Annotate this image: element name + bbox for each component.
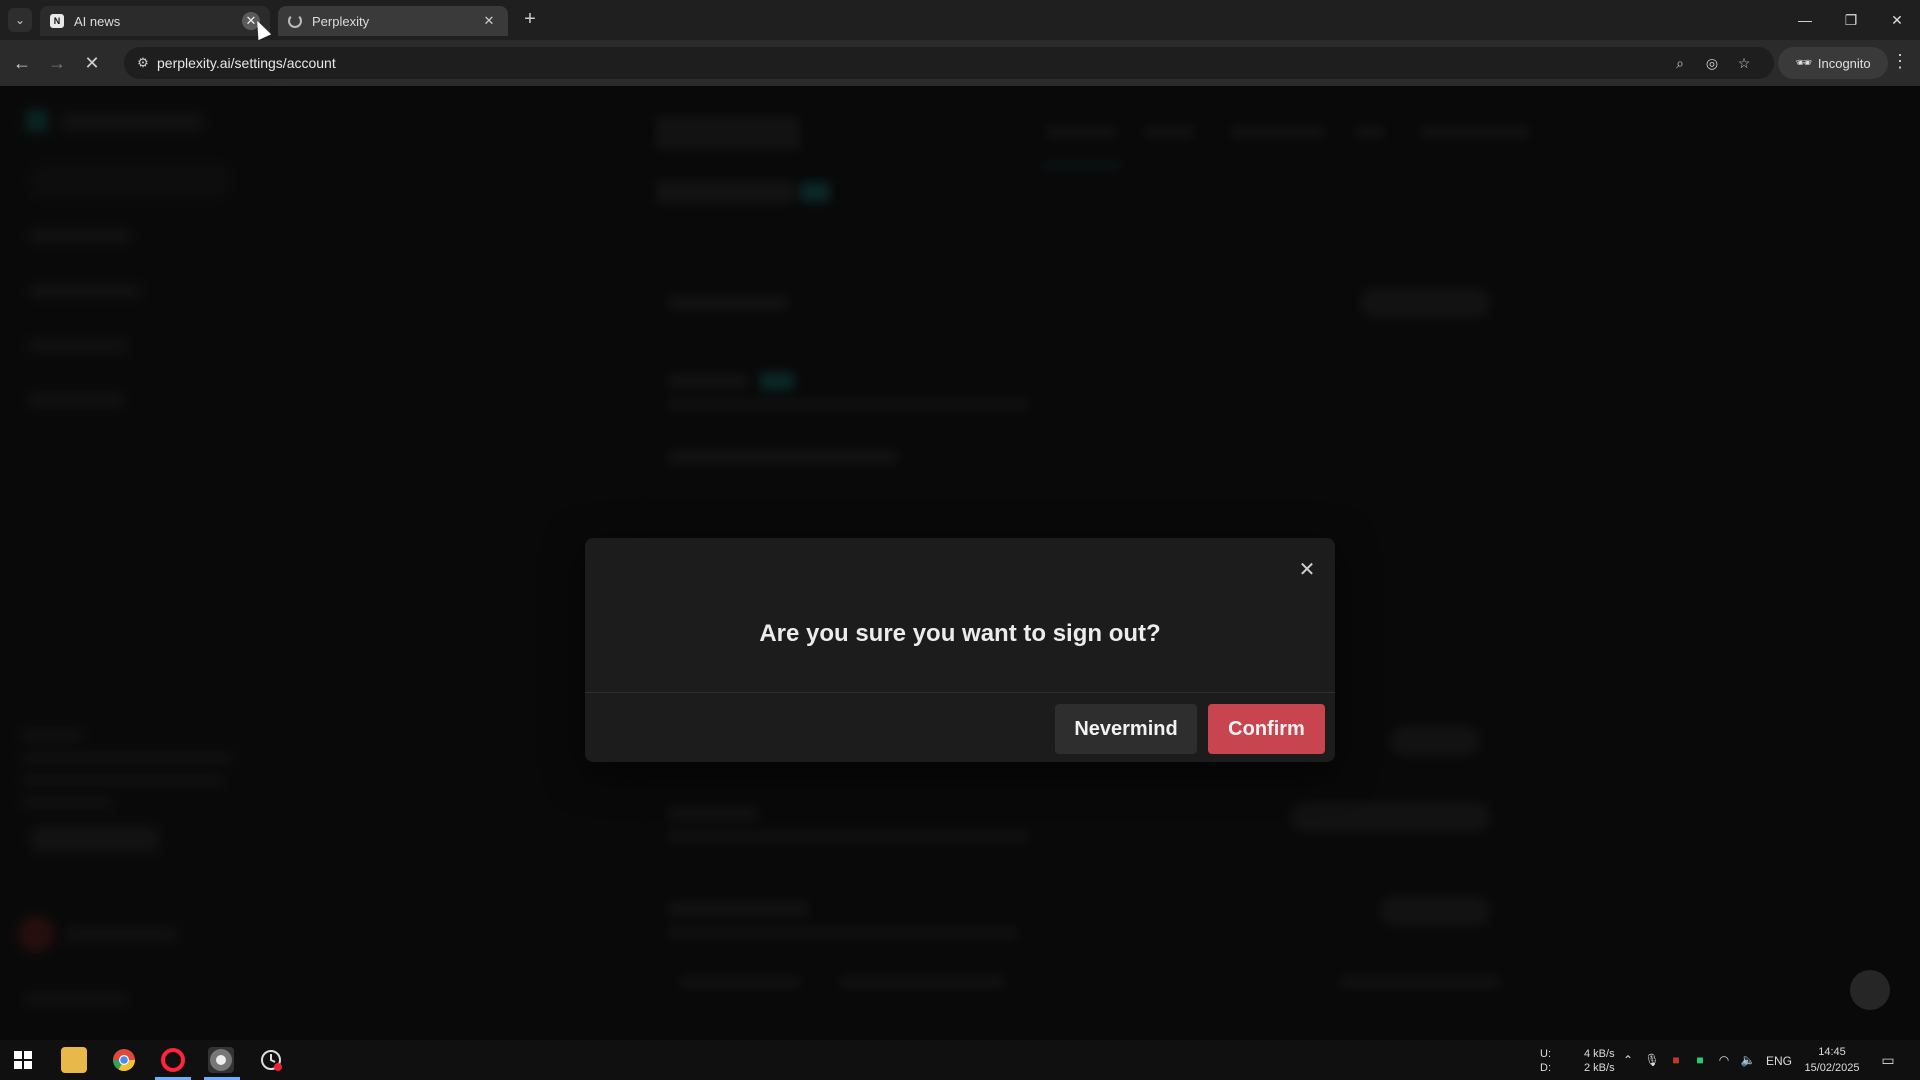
tab-search-chevron-down-icon[interactable]: ⌄ [8, 8, 32, 32]
dialog-divider [585, 692, 1335, 693]
file-explorer-icon[interactable] [61, 1047, 87, 1073]
dialog-close-icon[interactable]: ✕ [1293, 556, 1321, 584]
nevermind-button[interactable]: Nevermind [1055, 704, 1197, 754]
upload-speed: 4 kB/s [1584, 1048, 1615, 1060]
forward-arrow-right-icon[interactable]: → [45, 51, 69, 75]
stop-loading-close-icon[interactable]: ✕ [80, 51, 104, 75]
address-bar[interactable]: ⚙ perplexity.ai/settings/account ⌕ ◎ ☆ [124, 47, 1774, 79]
back-arrow-left-icon[interactable]: ← [10, 51, 34, 75]
new-tab-plus-icon[interactable]: + [520, 9, 540, 30]
incognito-badge[interactable]: 🕶 Incognito [1778, 47, 1888, 79]
browser-toolbar: ← → ✕ ⚙ perplexity.ai/settings/account ⌕… [0, 40, 1920, 86]
clock-app-icon[interactable] [258, 1047, 284, 1073]
chevron-up-icon[interactable]: ⌃ [1620, 1052, 1636, 1068]
tab-ai-news[interactable]: N AI news ✕ [40, 6, 270, 36]
tray-app-icon[interactable]: ■ [1668, 1052, 1684, 1068]
window-close-icon[interactable]: ✕ [1882, 8, 1912, 32]
clock-date: 15/02/2025 [1804, 1062, 1860, 1074]
volume-icon[interactable]: 🔈 [1740, 1052, 1756, 1068]
site-info-tune-icon[interactable]: ⚙ [134, 54, 152, 72]
dialog-title: Are you sure you want to sign out? [759, 620, 1161, 647]
minimize-icon[interactable]: — [1790, 8, 1820, 32]
notifications-icon[interactable]: ▭ [1880, 1052, 1896, 1068]
chrome-incognito-icon[interactable] [208, 1047, 234, 1073]
tab-perplexity[interactable]: Perplexity ✕ [278, 6, 508, 36]
loading-spinner-icon [288, 14, 302, 28]
bookmark-star-icon[interactable]: ☆ [1734, 53, 1754, 73]
incognito-icon: 🕶 [1795, 55, 1812, 70]
language-indicator[interactable]: ENG [1766, 1054, 1792, 1068]
download-label: D: [1540, 1062, 1551, 1074]
sign-out-dialog: ✕ Are you sure you want to sign out? Nev… [585, 538, 1335, 762]
tab-title: AI news [74, 13, 121, 29]
windows-start-icon[interactable] [10, 1047, 36, 1073]
upload-label: U: [1540, 1048, 1551, 1060]
microphone-icon[interactable]: 🎙 [1644, 1052, 1660, 1068]
restore-icon[interactable]: ❐ [1836, 8, 1866, 32]
url-text[interactable]: perplexity.ai/settings/account [157, 55, 336, 71]
incognito-label: Incognito [1817, 55, 1871, 71]
eye-off-icon[interactable]: ◎ [1702, 53, 1722, 73]
download-speed: 2 kB/s [1584, 1062, 1615, 1074]
wifi-icon[interactable]: ◠ [1716, 1052, 1732, 1068]
tray-app-icon[interactable]: ■ [1692, 1052, 1708, 1068]
tab-close-icon[interactable]: ✕ [480, 12, 498, 30]
tab-strip: ⌄ N AI news ✕ Perplexity ✕ + — ❐ ✕ [0, 0, 1920, 40]
ai-news-favicon-icon: N [50, 14, 64, 28]
confirm-button[interactable]: Confirm [1208, 704, 1325, 754]
zoom-icon[interactable]: ⌕ [1670, 53, 1690, 73]
page-content: ✕ Are you sure you want to sign out? Nev… [0, 86, 1920, 1040]
opera-icon[interactable] [160, 1047, 186, 1073]
clock-time: 14:45 [1818, 1046, 1846, 1058]
tab-title: Perplexity [312, 13, 370, 29]
chrome-icon[interactable] [111, 1047, 137, 1073]
taskbar: U: D: 4 kB/s 2 kB/s ⌃ 🎙 ■ ■ ◠ 🔈 ENG 14:4… [0, 1040, 1920, 1080]
browser-menu-kebab-icon[interactable]: ⋮ [1890, 51, 1910, 75]
clock[interactable]: 14:45 15/02/2025 [1800, 1040, 1864, 1080]
help-fab [1850, 970, 1890, 1010]
